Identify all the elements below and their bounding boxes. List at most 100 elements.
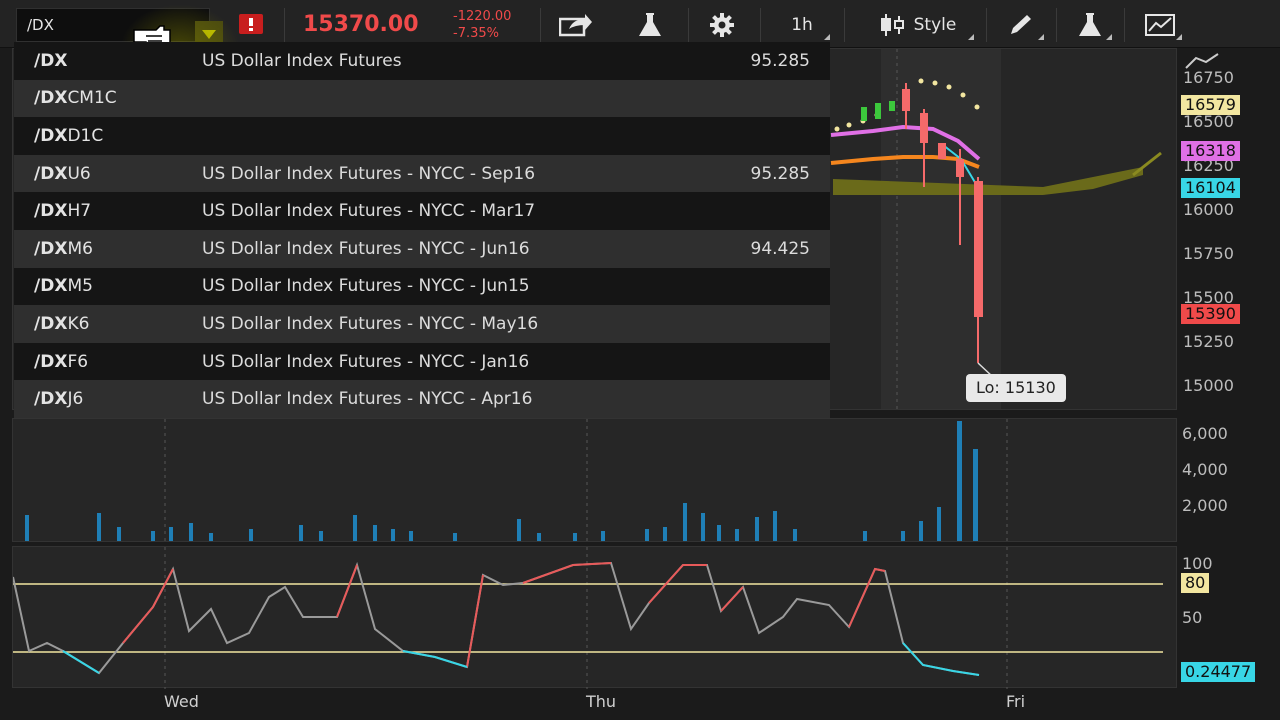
share-button[interactable]: [554, 8, 598, 42]
style-button[interactable]: Style: [860, 8, 976, 42]
option-symbol: /DXU6: [34, 164, 91, 184]
option-symbol: /DXJ6: [34, 389, 83, 409]
option-description: US Dollar Index Futures - NYCC - Jun16: [202, 238, 530, 259]
toolbar-divider: [986, 8, 987, 42]
option-symbol: /DXM5: [34, 276, 93, 296]
toolbar-divider: [540, 8, 541, 42]
option-symbol: /DX: [34, 51, 67, 71]
option-symbol-root: /DX: [34, 238, 68, 259]
option-symbol: /DXM6: [34, 239, 93, 259]
option-symbol-root: /DX: [34, 50, 68, 71]
symbol-option[interactable]: /DXK6 US Dollar Index Futures - NYCC - M…: [14, 305, 830, 343]
chevron-down-icon: [202, 30, 216, 39]
symbol-option[interactable]: /DXH7 US Dollar Index Futures - NYCC - M…: [14, 192, 830, 230]
oscillator-line-rising: [336, 564, 358, 618]
option-price: 95.285: [750, 163, 810, 184]
last-price: 15370.00: [303, 12, 419, 37]
oscillator-canvas: [12, 547, 1163, 689]
price-tick: 15250: [1183, 332, 1234, 351]
drawings-button[interactable]: [996, 8, 1046, 42]
volume-tick: 6,000: [1182, 424, 1228, 443]
toolbar-divider: [1124, 8, 1125, 42]
timeframe-label: 1h: [791, 15, 813, 35]
option-description: US Dollar Index Futures - NYCC - Jun15: [202, 276, 530, 297]
option-symbol-root: /DX: [34, 313, 68, 334]
option-symbol-root: /DX: [34, 125, 68, 146]
option-description: US Dollar Index Futures: [202, 50, 402, 71]
studies-button[interactable]: [1066, 8, 1114, 42]
option-symbol-suffix: U6: [67, 163, 91, 184]
studies-flask-icon: [1079, 13, 1101, 36]
toolbar-divider: [688, 8, 689, 42]
price-tag-ma-magenta: 16318: [1181, 141, 1240, 161]
time-label-wed: Wed: [164, 692, 199, 711]
price-tag-ma-cyan: 16104: [1181, 178, 1240, 198]
symbol-option[interactable]: /DX US Dollar Index Futures 95.285: [14, 42, 830, 80]
option-description: US Dollar Index Futures - NYCC - May16: [202, 313, 539, 334]
option-symbol: /DXCM1C: [34, 88, 117, 108]
option-description: US Dollar Index Futures - NYCC - Sep16: [202, 163, 536, 184]
toolbar-divider: [284, 8, 285, 42]
alert-flag-icon[interactable]: [238, 12, 264, 36]
timeframe-button[interactable]: 1h: [772, 8, 832, 42]
price-tick: 15750: [1183, 244, 1234, 263]
time-label-thu: Thu: [586, 692, 617, 711]
symbol-option[interactable]: /DXD1C: [14, 117, 830, 155]
option-symbol: /DXK6: [34, 314, 89, 334]
gear-icon: [710, 13, 734, 37]
corner-menu-icon: [1038, 34, 1044, 40]
symbol-option[interactable]: /DXM5 US Dollar Index Futures - NYCC - J…: [14, 268, 830, 306]
option-symbol-root: /DX: [34, 163, 68, 184]
axis-scale-icon[interactable]: [1184, 52, 1220, 72]
analyze-button[interactable]: [628, 8, 672, 42]
oscillator-tick: 100: [1182, 554, 1213, 573]
symbol-option[interactable]: /DXM6 US Dollar Index Futures - NYCC - J…: [14, 230, 830, 268]
price-tick: 15000: [1183, 376, 1234, 395]
symbol-option[interactable]: /DXJ6 US Dollar Index Futures - NYCC - A…: [14, 380, 830, 418]
option-symbol-root: /DX: [34, 201, 68, 222]
net-change-value: -1220.00: [453, 9, 512, 24]
symbol-option[interactable]: /DXU6 US Dollar Index Futures - NYCC - S…: [14, 154, 830, 193]
symbol-dropdown-list: /DX US Dollar Index Futures 95.285 /DXCM…: [14, 42, 830, 418]
option-symbol-root: /DX: [34, 88, 68, 109]
symbol-selector[interactable]: /DX: [16, 8, 223, 49]
candlestick-icon: [880, 14, 904, 36]
price-tag-sar: 16579: [1181, 95, 1240, 115]
chart-toolbar: /DX 15370.00 -1220.00 -7.35% 1h Style: [0, 0, 1280, 94]
style-label: Style: [913, 15, 957, 35]
time-axis: Wed Thu Fri: [12, 690, 1177, 716]
option-symbol-suffix: J6: [67, 389, 84, 410]
cloud-edge: [1132, 151, 1162, 177]
oscillator-tag-value: 0.24477: [1181, 662, 1256, 682]
option-description: US Dollar Index Futures - NYCC - Mar17: [202, 201, 536, 222]
corner-menu-icon: [824, 34, 830, 40]
percent-change-value: -7.35%: [453, 26, 499, 41]
option-symbol-root: /DX: [34, 351, 68, 372]
net-change: -1220.00 -7.35%: [453, 8, 511, 42]
low-price-bubble: Lo: 15130: [966, 374, 1066, 402]
toolbar-divider: [760, 8, 761, 42]
active-trader-button[interactable]: [1136, 8, 1184, 42]
symbol-input[interactable]: /DX: [27, 16, 54, 34]
option-symbol-root: /DX: [34, 389, 68, 410]
volume-bars: [25, 421, 978, 541]
flask-icon: [639, 13, 661, 36]
option-price: 95.285: [750, 50, 810, 71]
symbol-option[interactable]: /DXF6 US Dollar Index Futures - NYCC - J…: [14, 343, 830, 381]
volume-canvas: [25, 419, 1008, 543]
option-symbol: /DXH7: [34, 201, 91, 221]
share-icon: [559, 14, 592, 37]
corner-menu-icon: [1106, 34, 1112, 40]
oscillator-line-rising: [720, 586, 744, 612]
option-symbol-suffix: K6: [67, 313, 90, 334]
active-trader-icon: [1145, 14, 1175, 36]
corner-menu-icon: [1176, 34, 1182, 40]
symbol-option[interactable]: /DXCM1C: [14, 79, 830, 118]
price-tick: 16000: [1183, 200, 1234, 219]
settings-button[interactable]: [700, 8, 744, 42]
option-symbol-root: /DX: [34, 276, 68, 297]
volume-chart[interactable]: [12, 418, 1177, 543]
time-label-fri: Fri: [1006, 692, 1026, 711]
option-symbol: /DXD1C: [34, 126, 103, 146]
oscillator-chart[interactable]: [12, 546, 1177, 689]
